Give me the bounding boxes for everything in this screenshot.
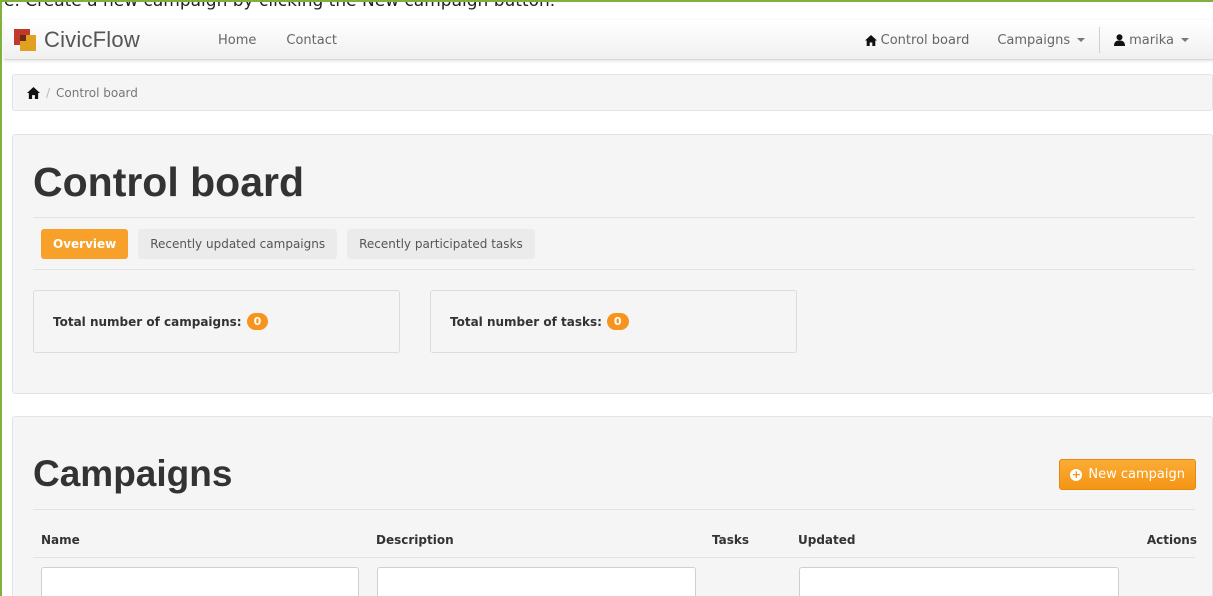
nav-links: Home Contact [218,20,337,60]
brand-name: CivicFlow [44,27,140,52]
navbar: CivicFlow Home Contact Control board Cam… [4,20,1213,60]
divider [33,557,1195,558]
nav-control-board[interactable]: Control board [851,33,984,48]
nav-home[interactable]: Home [218,33,256,48]
count-badge: 0 [246,313,269,330]
filter-name-input[interactable] [41,567,359,596]
nav-contact[interactable]: Contact [286,33,337,48]
new-campaign-button[interactable]: + New campaign [1059,459,1196,490]
breadcrumb: / Control board [12,74,1213,111]
campaigns-panel: Campaigns + New campaign Name Descriptio… [12,416,1213,596]
logo-icon [14,29,36,51]
nav-user-dropdown[interactable]: marika [1100,33,1203,48]
column-header-description[interactable]: Description [376,533,454,547]
tab-overview[interactable]: Overview [41,229,129,259]
control-board-panel: Control board Overview Recently updated … [12,134,1213,394]
stat-total-tasks: Total number of tasks: 0 [430,290,797,353]
user-icon [1114,34,1126,46]
stat-total-campaigns: Total number of campaigns: 0 [33,290,400,353]
caret-down-icon [1181,38,1189,42]
instruction-strip: e. Create a new campaign by clicking the… [2,2,1213,20]
column-header-updated[interactable]: Updated [798,533,856,547]
column-header-name[interactable]: Name [41,533,80,547]
stat-label: Total number of tasks: [450,314,602,329]
divider [33,217,1195,218]
control-board-tabs: Overview Recently updated campaigns Rece… [41,229,535,259]
tab-recently-updated-campaigns[interactable]: Recently updated campaigns [138,229,338,259]
filter-updated-input[interactable] [799,567,1119,596]
nav-control-board-label: Control board [880,32,970,48]
nav-right: Control board Campaigns marika [851,20,1203,60]
divider [33,509,1195,510]
home-icon [864,34,877,46]
caret-down-icon [1077,38,1086,42]
campaigns-title: Campaigns [33,453,233,494]
new-campaign-label: New campaign [1088,467,1185,482]
nav-campaigns-dropdown[interactable]: Campaigns [983,33,1099,48]
brand[interactable]: CivicFlow [14,20,140,60]
column-header-tasks[interactable]: Tasks [712,533,749,547]
nav-user-label: marika [1129,32,1174,48]
page-title: Control board [33,159,305,205]
stat-label: Total number of campaigns: [53,314,242,329]
filter-description-input[interactable] [377,567,696,596]
breadcrumb-separator: / [46,85,51,100]
breadcrumb-current: Control board [56,85,138,100]
count-badge: 0 [606,313,629,330]
home-icon[interactable] [27,86,40,99]
tab-recently-participated-tasks[interactable]: Recently participated tasks [347,229,535,259]
divider [33,269,1195,270]
instruction-text: e. Create a new campaign by clicking the… [4,2,555,11]
plus-circle-icon: + [1070,467,1083,481]
page-frame: e. Create a new campaign by clicking the… [0,0,1213,596]
column-header-actions: Actions [1146,533,1197,547]
nav-campaigns-label: Campaigns [997,32,1071,48]
